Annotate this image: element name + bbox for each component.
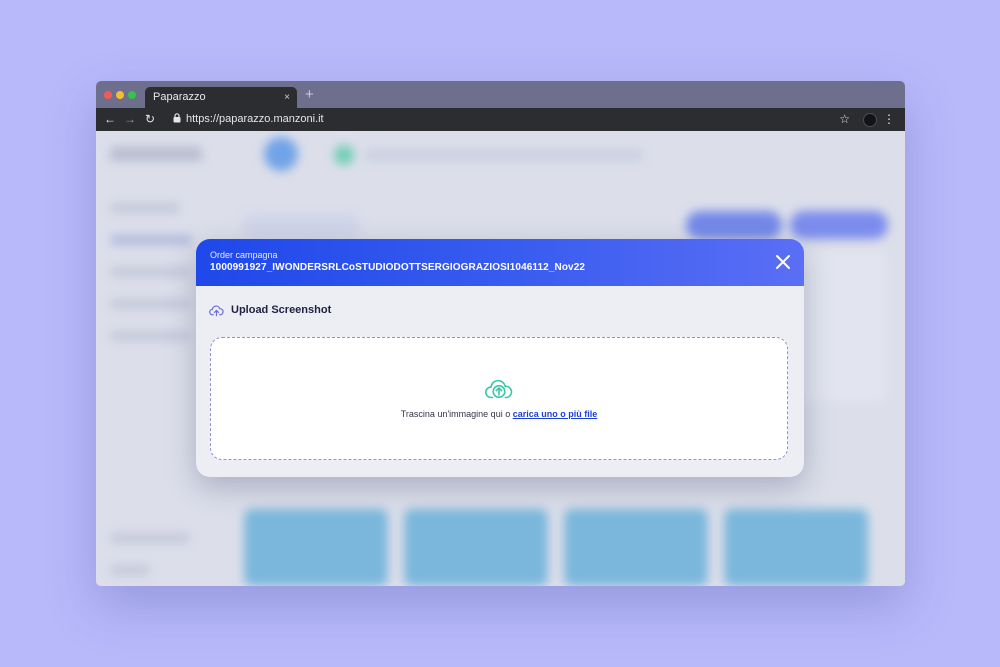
tab-bar: Paparazzo × + — [96, 81, 905, 108]
upload-modal: Order campagna 1000991927_IWONDERSRLCoST… — [196, 239, 804, 477]
cloud-upload-icon — [485, 379, 513, 399]
bookmark-star-icon[interactable]: ☆ — [839, 111, 850, 127]
upload-files-link[interactable]: carica uno o più file — [513, 409, 598, 419]
modal-label: Order campagna — [210, 250, 278, 260]
back-icon[interactable]: ← — [104, 112, 116, 126]
new-tab-button[interactable]: + — [305, 86, 314, 104]
reload-icon[interactable]: ↻ — [145, 112, 155, 126]
browser-window: Paparazzo × + ← → ↻ https://paparazzo.ma… — [96, 81, 905, 586]
tab-close-icon[interactable]: × — [284, 87, 290, 108]
minimize-window-button[interactable] — [116, 91, 124, 99]
forward-icon[interactable]: → — [124, 112, 136, 126]
maximize-window-button[interactable] — [128, 91, 136, 99]
section-title: Upload Screenshot — [231, 304, 332, 316]
close-window-button[interactable] — [104, 91, 112, 99]
close-icon[interactable] — [774, 253, 792, 271]
url-field[interactable]: https://paparazzo.manzoni.it — [186, 108, 324, 131]
page-viewport: Order campagna 1000991927_IWONDERSRLCoST… — [96, 131, 905, 586]
cloud-upload-icon — [209, 305, 224, 317]
dropzone[interactable]: Trascina un'immagine qui o carica uno o … — [210, 337, 788, 460]
modal-title: 1000991927_IWONDERSRLCoSTUDIODOTTSERGIOG… — [210, 262, 586, 273]
modal-header: Order campagna 1000991927_IWONDERSRLCoST… — [196, 239, 804, 286]
lock-icon — [173, 113, 181, 123]
dropzone-instructions: Trascina un'immagine qui o carica uno o … — [211, 409, 787, 419]
address-bar: ← → ↻ https://paparazzo.manzoni.it ☆ ⋮ — [96, 108, 905, 131]
dropzone-text: Trascina un'immagine qui o — [400, 409, 513, 419]
browser-tab[interactable]: Paparazzo × — [145, 87, 297, 108]
browser-menu-icon[interactable]: ⋮ — [883, 111, 895, 127]
profile-avatar[interactable] — [863, 113, 877, 127]
tab-title: Paparazzo — [153, 91, 206, 103]
